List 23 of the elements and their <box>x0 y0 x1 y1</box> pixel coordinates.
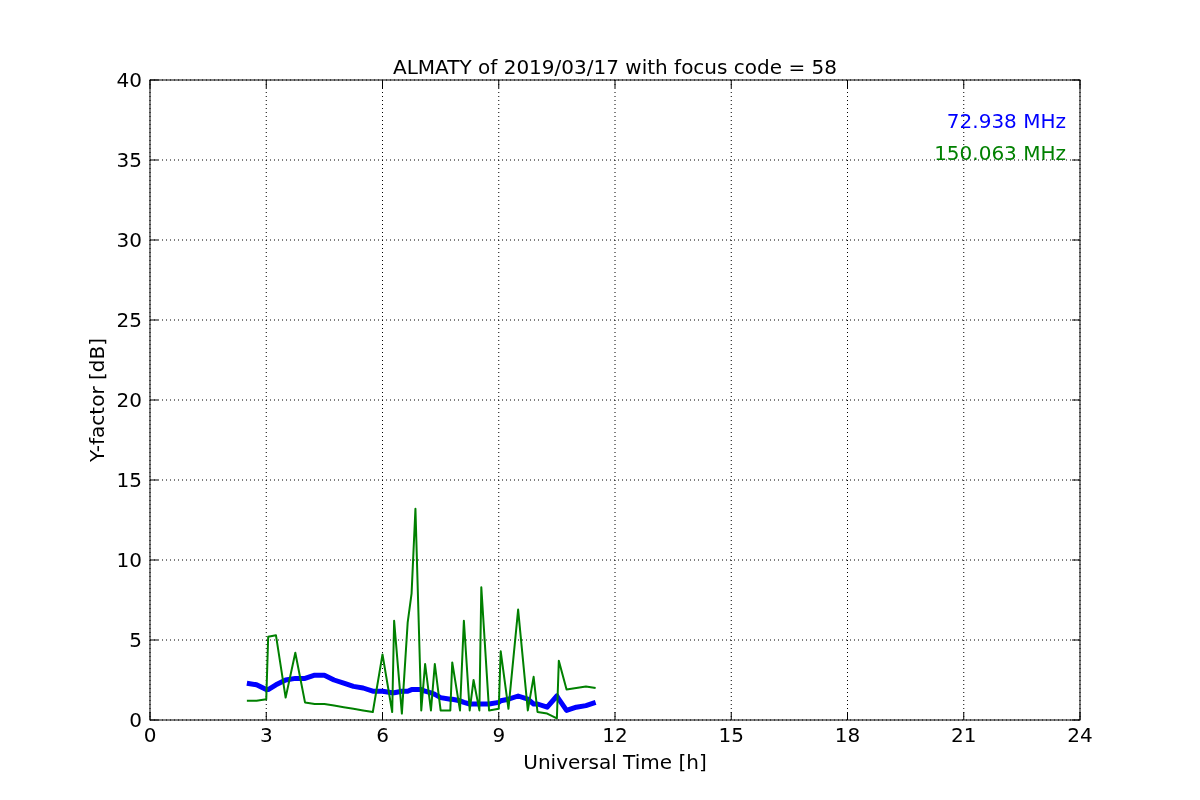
y-tick-label: 20 <box>116 388 142 412</box>
y-tick-label: 30 <box>116 228 142 252</box>
x-tick-label: 9 <box>492 723 506 747</box>
x-tick-label: 0 <box>143 723 157 747</box>
x-tick-label: 18 <box>834 723 861 747</box>
x-tick-label: 3 <box>259 723 273 747</box>
y-tick-label: 5 <box>129 628 142 652</box>
y-tick-label: 10 <box>116 548 142 572</box>
x-tick-label: 12 <box>602 723 628 747</box>
y-axis-label: Y-factor [dB] <box>85 338 109 462</box>
x-tick-label: 21 <box>951 723 977 747</box>
y-tick-label: 40 <box>116 68 142 92</box>
legend-label: 72.938 MHz <box>946 109 1066 133</box>
chart-title: ALMATY of 2019/03/17 with focus code = 58 <box>393 55 837 79</box>
y-tick-label: 35 <box>116 148 142 172</box>
x-axis-label: Universal Time [h] <box>523 750 707 774</box>
y-tick-label: 25 <box>116 308 142 332</box>
x-tick-label: 15 <box>718 723 744 747</box>
x-tick-label: 24 <box>1067 723 1093 747</box>
legend-label: 150.063 MHz <box>934 141 1066 165</box>
y-tick-label: 0 <box>129 708 142 732</box>
x-tick-label: 6 <box>376 723 389 747</box>
y-tick-label: 15 <box>116 468 142 492</box>
